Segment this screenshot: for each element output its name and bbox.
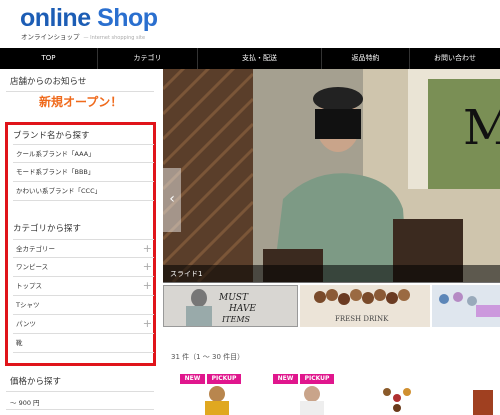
global-nav: TOP カテゴリ 支払・配送 返品特約 お問い合わせ [0, 48, 500, 69]
new-badge: NEW [180, 374, 205, 384]
svg-text:ITEMS: ITEMS [221, 315, 251, 324]
product-card[interactable] [375, 384, 420, 415]
site-logo[interactable]: online Shop オンラインショップ — Internet shopping… [20, 4, 158, 41]
product-card[interactable] [285, 384, 340, 415]
notice-message: 新規オープン！ [39, 95, 123, 109]
nav-contact[interactable]: お問い合わせ [410, 48, 500, 69]
product-image [300, 386, 324, 415]
price-section-title: 価格から探す [10, 377, 62, 387]
brand-item-ccc[interactable]: かわいい系ブランド「CCC」 [13, 182, 154, 201]
brand-item-aaa[interactable]: クール系ブランド「AAA」 [13, 144, 154, 163]
site-header: online Shop オンラインショップ — Internet shopping… [0, 0, 500, 48]
slider-caption-bar [163, 265, 500, 283]
brand-section-title: ブランド名から探す [13, 131, 90, 141]
svg-text:HAVE: HAVE [228, 304, 256, 314]
category-item-tops[interactable]: トップス + [13, 277, 154, 296]
thumbnail-image: MUST HAVE ITEMS [164, 286, 297, 326]
product-card[interactable] [465, 384, 500, 415]
slider-thumbnails: MUST HAVE ITEMS FRESH DRINK [163, 285, 500, 327]
pickup-badge: PICKUP [300, 374, 334, 384]
thumbnail-image [432, 285, 500, 327]
category-item-onepiece[interactable]: ワンピース + [13, 258, 154, 277]
slider-prev-arrow[interactable]: ‹ [163, 168, 181, 232]
product-image [383, 388, 411, 412]
nav-category[interactable]: カテゴリ [98, 48, 198, 69]
logo-tagline: オンラインショップ — Internet shopping site [21, 33, 146, 41]
price-range-item[interactable]: ～ 900 円 [10, 397, 40, 407]
nav-payment-shipping[interactable]: 支払・配送 [198, 48, 322, 69]
divider [6, 91, 154, 92]
logo-wordmark: online Shop [20, 4, 158, 32]
category-item-pants[interactable]: パンツ + [13, 315, 154, 334]
svg-text:MUST: MUST [218, 293, 249, 303]
results-count: 31 件（1 ～ 30 件目） [171, 353, 245, 361]
sidebar: 店舗からのお知らせ 新規オープン！ ブランド名から探す クール系ブランド「AAA… [0, 69, 162, 415]
category-item-all[interactable]: 全カテゴリー + [13, 239, 154, 258]
thumbnail-3[interactable] [432, 285, 500, 327]
category-section-title: カテゴリから探す [13, 224, 82, 234]
plus-icon[interactable]: + [143, 258, 152, 276]
divider [6, 391, 154, 392]
thumbnail-fresh-drink[interactable]: FRESH DRINK [300, 285, 430, 327]
highlight-box: ブランド名から探す クール系ブランド「AAA」 モード系ブランド「BBB」 かわ… [5, 122, 156, 366]
hero-slider[interactable]: M [163, 69, 500, 282]
product-image [473, 390, 493, 415]
product-image [205, 386, 229, 415]
product-card[interactable] [190, 384, 245, 415]
nav-top[interactable]: TOP [0, 48, 98, 69]
thumbnail-image: FRESH DRINK [300, 285, 430, 327]
svg-text:M: M [463, 100, 500, 156]
category-item-shoes[interactable]: 靴 [13, 334, 154, 353]
nav-returns[interactable]: 返品特約 [322, 48, 410, 69]
svg-text:FRESH DRINK: FRESH DRINK [335, 315, 389, 323]
plus-icon[interactable]: + [143, 240, 152, 258]
divider [6, 409, 154, 410]
category-item-tshirt[interactable]: Tシャツ [13, 296, 154, 315]
plus-icon[interactable]: + [143, 277, 152, 295]
slider-caption: スライド1 [170, 270, 203, 278]
pickup-badge: PICKUP [207, 374, 241, 384]
brand-item-bbb[interactable]: モード系ブランド「BBB」 [13, 163, 154, 182]
new-badge: NEW [273, 374, 298, 384]
plus-icon[interactable]: + [143, 315, 152, 333]
notice-heading: 店舗からのお知らせ [10, 77, 87, 87]
thumbnail-must-have[interactable]: MUST HAVE ITEMS [163, 285, 298, 327]
hero-slide-image: M [163, 69, 500, 282]
